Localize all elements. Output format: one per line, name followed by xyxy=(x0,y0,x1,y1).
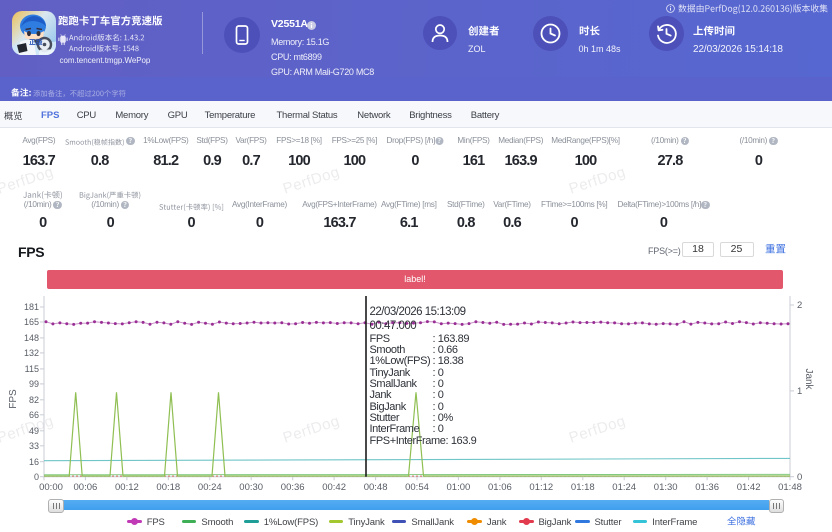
svg-text:01:48: 01:48 xyxy=(778,482,802,493)
svg-text:01:18: 01:18 xyxy=(571,482,595,493)
svg-text:00:54: 00:54 xyxy=(405,482,429,493)
svg-text:01:42: 01:42 xyxy=(737,482,761,493)
svg-text:00:36: 00:36 xyxy=(281,482,305,493)
svg-text:1: 1 xyxy=(797,386,802,397)
svg-text:66: 66 xyxy=(29,410,39,420)
svg-text:00:00: 00:00 xyxy=(39,482,63,493)
svg-text:181: 181 xyxy=(24,302,39,312)
svg-text:33: 33 xyxy=(29,441,39,451)
svg-text:Jank: Jank xyxy=(803,368,814,390)
svg-text:00:48: 00:48 xyxy=(364,482,388,493)
svg-text:01:24: 01:24 xyxy=(612,482,636,493)
svg-text:99: 99 xyxy=(29,379,39,389)
svg-text:00:18: 00:18 xyxy=(156,482,180,493)
svg-text:132: 132 xyxy=(24,348,39,358)
svg-text:FPS: FPS xyxy=(8,389,19,409)
svg-text:82: 82 xyxy=(29,395,39,405)
svg-text:148: 148 xyxy=(24,333,39,343)
svg-text:01:12: 01:12 xyxy=(529,482,553,493)
svg-text:115: 115 xyxy=(25,364,39,374)
svg-text:00:24: 00:24 xyxy=(198,482,222,493)
svg-text:0: 0 xyxy=(34,472,39,482)
svg-text:00:06: 00:06 xyxy=(74,482,98,493)
svg-text:165: 165 xyxy=(24,317,39,327)
svg-text:01:30: 01:30 xyxy=(654,482,678,493)
svg-text:00:12: 00:12 xyxy=(115,482,139,493)
svg-text:49: 49 xyxy=(29,426,39,436)
svg-text:2: 2 xyxy=(797,300,802,311)
svg-text:01:36: 01:36 xyxy=(695,482,719,493)
svg-text:01:06: 01:06 xyxy=(488,482,512,493)
svg-text:00:42: 00:42 xyxy=(322,482,346,493)
svg-text:00:30: 00:30 xyxy=(239,482,263,493)
svg-text:16: 16 xyxy=(29,457,39,467)
svg-text:01:00: 01:00 xyxy=(447,482,471,493)
